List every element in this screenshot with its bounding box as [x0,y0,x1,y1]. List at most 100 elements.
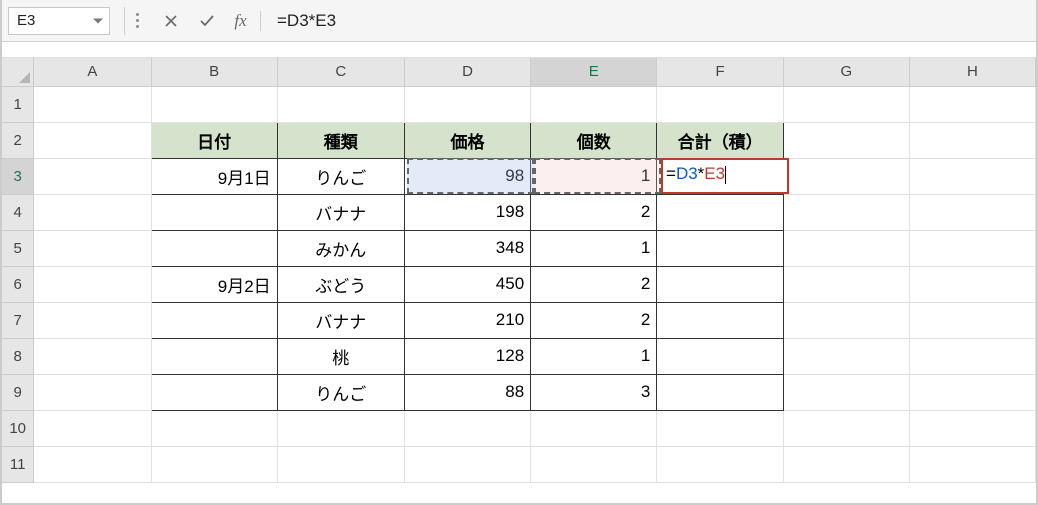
cell-e6[interactable]: 2 [531,266,657,302]
formula-input[interactable]: =D3*E3 [275,11,1030,31]
cell-g3[interactable] [783,158,909,194]
cell-g4[interactable] [783,194,909,230]
cell-h9[interactable] [909,374,1035,410]
cell-b11[interactable] [151,446,277,482]
cell-e10[interactable] [531,410,657,446]
cell-d5[interactable]: 348 [404,230,530,266]
cell-g8[interactable] [783,338,909,374]
cell-g2[interactable] [783,122,909,158]
cell-f10[interactable] [657,410,783,446]
cell-b10[interactable] [151,410,277,446]
cell-d7[interactable]: 210 [404,302,530,338]
cell-b2[interactable]: 日付 [151,122,277,158]
cell-f9[interactable] [657,374,783,410]
cell-f5[interactable] [657,230,783,266]
drag-handle-icon[interactable] [135,9,139,33]
cell-d11[interactable] [404,446,530,482]
col-header-a[interactable]: A [34,58,151,86]
editing-cell-f3[interactable]: =D3*E3 [661,158,789,194]
grid-area[interactable]: A B C D E F G H 1 [2,58,1036,503]
cell-b7[interactable] [151,302,277,338]
cell-e5[interactable]: 1 [531,230,657,266]
cell-a4[interactable] [34,194,151,230]
cell-a11[interactable] [34,446,151,482]
cell-a2[interactable] [34,122,151,158]
cell-f1[interactable] [657,86,783,122]
cell-g7[interactable] [783,302,909,338]
select-all-corner[interactable] [2,58,34,86]
cell-d6[interactable]: 450 [404,266,530,302]
cell-e3[interactable]: 1 [531,158,657,194]
cell-f8[interactable] [657,338,783,374]
cell-c1[interactable] [277,86,404,122]
name-box[interactable]: E3 [8,7,110,35]
row-header-1[interactable]: 1 [2,86,34,122]
cell-a1[interactable] [34,86,151,122]
spreadsheet-grid[interactable]: A B C D E F G H 1 [2,58,1036,483]
cell-d3[interactable]: 98 [404,158,530,194]
cell-c4[interactable]: バナナ [277,194,404,230]
row-header-5[interactable]: 5 [2,230,34,266]
cell-b4[interactable] [151,194,277,230]
cell-a3[interactable] [34,158,151,194]
col-header-d[interactable]: D [404,58,530,86]
cell-d4[interactable]: 198 [404,194,530,230]
cell-c5[interactable]: みかん [277,230,404,266]
cell-d8[interactable]: 128 [404,338,530,374]
cell-h7[interactable] [909,302,1035,338]
cell-h6[interactable] [909,266,1035,302]
col-header-f[interactable]: F [657,58,783,86]
cell-e2[interactable]: 個数 [531,122,657,158]
cell-g9[interactable] [783,374,909,410]
cell-g1[interactable] [783,86,909,122]
cell-h1[interactable] [909,86,1035,122]
cell-b1[interactable] [151,86,277,122]
cell-a5[interactable] [34,230,151,266]
cell-d10[interactable] [404,410,530,446]
cell-g11[interactable] [783,446,909,482]
cell-a10[interactable] [34,410,151,446]
fx-button[interactable]: fx [225,11,261,31]
cell-h11[interactable] [909,446,1035,482]
row-header-7[interactable]: 7 [2,302,34,338]
cell-e9[interactable]: 3 [531,374,657,410]
cell-g5[interactable] [783,230,909,266]
cell-h2[interactable] [909,122,1035,158]
row-header-11[interactable]: 11 [2,446,34,482]
cell-c10[interactable] [277,410,404,446]
row-header-2[interactable]: 2 [2,122,34,158]
col-header-h[interactable]: H [909,58,1035,86]
row-header-10[interactable]: 10 [2,410,34,446]
cell-d9[interactable]: 88 [404,374,530,410]
cell-h4[interactable] [909,194,1035,230]
cell-g10[interactable] [783,410,909,446]
cell-e8[interactable]: 1 [531,338,657,374]
cell-f4[interactable] [657,194,783,230]
cell-h3[interactable] [909,158,1035,194]
cell-f2[interactable]: 合計（積） [657,122,783,158]
row-header-3[interactable]: 3 [2,158,34,194]
col-header-b[interactable]: B [151,58,277,86]
cell-e11[interactable] [531,446,657,482]
cell-c2[interactable]: 種類 [277,122,404,158]
cell-e4[interactable]: 2 [531,194,657,230]
row-header-6[interactable]: 6 [2,266,34,302]
cell-c7[interactable]: バナナ [277,302,404,338]
cell-c8[interactable]: 桃 [277,338,404,374]
cell-h10[interactable] [909,410,1035,446]
cell-f7[interactable] [657,302,783,338]
cell-b5[interactable] [151,230,277,266]
cell-e1[interactable] [531,86,657,122]
cell-h8[interactable] [909,338,1035,374]
cell-a8[interactable] [34,338,151,374]
cell-a9[interactable] [34,374,151,410]
col-header-g[interactable]: G [783,58,909,86]
col-header-c[interactable]: C [277,58,404,86]
cell-g6[interactable] [783,266,909,302]
col-header-e[interactable]: E [531,58,657,86]
cell-h5[interactable] [909,230,1035,266]
cell-c3[interactable]: りんご [277,158,404,194]
cancel-button[interactable] [153,7,189,35]
cell-e7[interactable]: 2 [531,302,657,338]
cell-b6[interactable]: 9月2日 [151,266,277,302]
